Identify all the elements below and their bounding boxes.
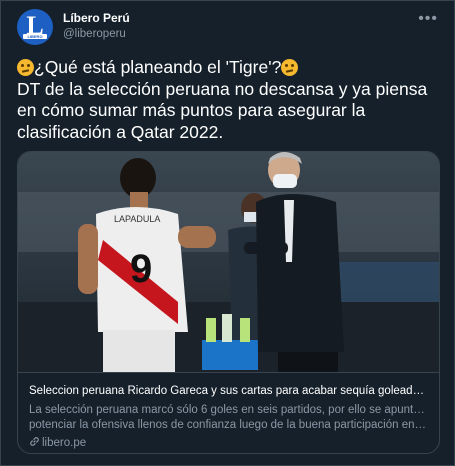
card-domain-text: libero.pe [42,437,87,449]
card-description: La selección peruana marcó sólo 6 goles … [29,403,429,433]
card-domain[interactable]: libero.pe [29,436,86,449]
jersey-name: LAPADULA [114,214,160,224]
card-description-line-2: potenciar la ofensiva llenos de confianz… [29,419,429,431]
card-image[interactable]: 9 LAPADULA [18,152,440,372]
jersey-number: 9 [130,247,152,291]
thinking-face-emoji [281,59,299,76]
link-card[interactable]: 9 LAPADULA Seleccion peruana Ricardo Gar… [17,151,440,454]
card-info[interactable]: Seleccion peruana Ricardo Gareca y sus c… [18,372,439,453]
avatar-tag: LIBERO [23,34,47,39]
thinking-face-emoji [17,59,34,76]
card-description-line-1: La selección peruana marcó sólo 6 goles … [29,404,429,416]
link-icon [30,437,39,446]
card-title[interactable]: Seleccion peruana Ricardo Gareca y sus c… [29,385,429,397]
account-handle[interactable]: @liberoperu [63,28,126,40]
tweet-line-2: DT de la selección peruana no descansa y… [17,78,428,142]
account-name[interactable]: Líbero Perú [63,11,130,25]
avatar[interactable]: L LIBERO [17,9,53,45]
tweet-text: ¿Qué está planeando el 'Tigre'? DT de la… [17,57,442,143]
more-options-icon[interactable]: ••• [418,10,438,28]
tweet-line-1: ¿Qué está planeando el 'Tigre'? [34,57,282,77]
tweet[interactable]: L LIBERO Líbero Perú @liberoperu ••• ¿Qu… [0,0,455,466]
